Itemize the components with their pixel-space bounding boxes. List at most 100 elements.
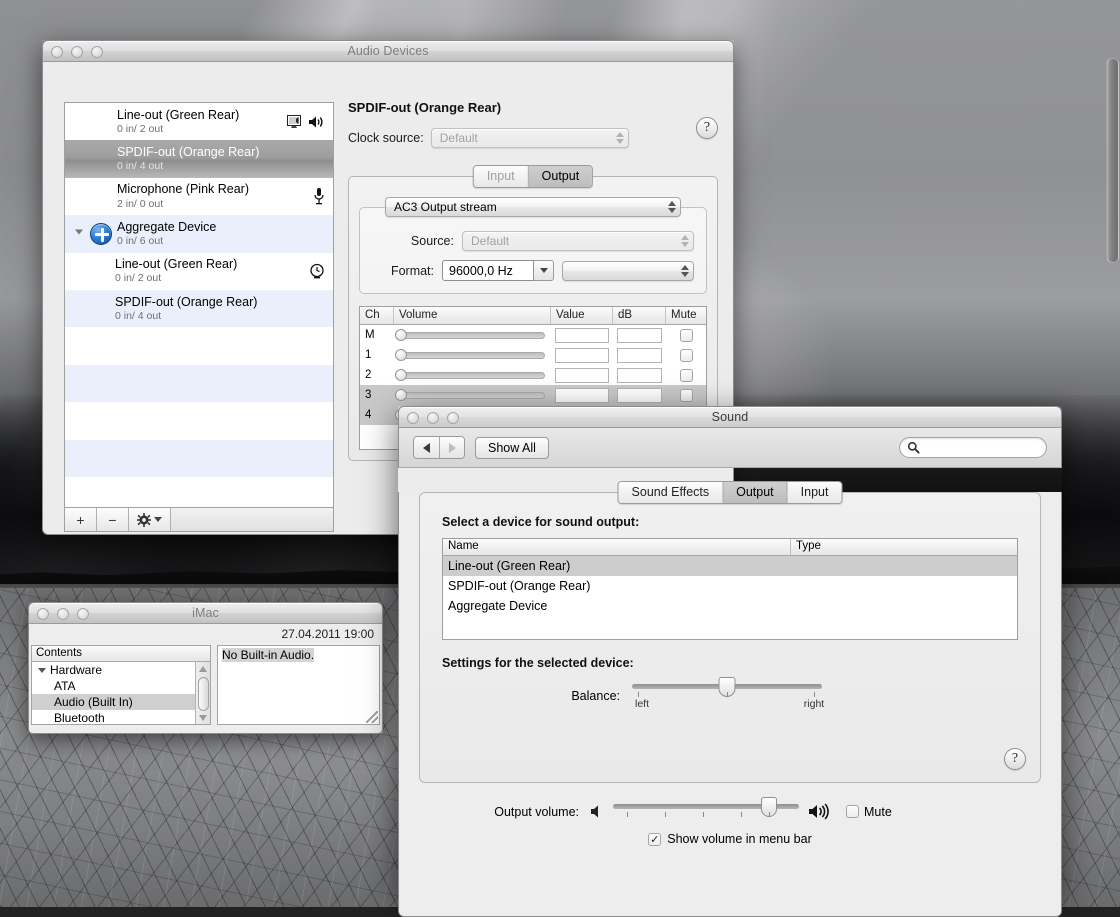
contents-scrollbar-thumb[interactable]: [198, 677, 209, 711]
show-all-button[interactable]: Show All: [475, 436, 549, 459]
table-row-selected[interactable]: Line-out (Green Rear): [443, 556, 1017, 576]
action-gear-button[interactable]: [129, 508, 171, 531]
imac-titlebar[interactable]: iMac: [28, 602, 383, 624]
device-list-item[interactable]: Line-out (Green Rear) 0 in/ 2 out: [65, 103, 333, 140]
tree-item-ata[interactable]: ATA: [32, 678, 210, 694]
resize-grip-icon[interactable]: [366, 711, 378, 723]
stream-select[interactable]: AC3 Output stream: [385, 197, 681, 217]
mute-control[interactable]: Mute: [846, 805, 892, 819]
arrow-right-icon: [448, 442, 456, 453]
remove-device-button[interactable]: −: [97, 508, 129, 531]
contents-tree[interactable]: Contents Hardware ATA Audio (Built In) B…: [31, 645, 211, 725]
device-list-item-aggregate[interactable]: Aggregate Device 0 in/ 6 out: [65, 215, 333, 253]
back-button[interactable]: [414, 437, 439, 458]
mute-checkbox[interactable]: [679, 348, 693, 362]
device-io: 2 in/ 0 out: [117, 197, 164, 210]
value-field[interactable]: [555, 347, 609, 363]
device-io: 0 in/ 4 out: [117, 160, 164, 173]
format-rate-input[interactable]: 96000,0 Hz: [442, 260, 534, 281]
output-panel: Select a device for sound output: Name T…: [419, 492, 1041, 783]
mute-checkbox[interactable]: [679, 388, 693, 402]
search-input[interactable]: [899, 437, 1047, 458]
help-button[interactable]: ?: [1004, 748, 1026, 770]
db-field[interactable]: [617, 367, 662, 383]
device-list-empty-row: [65, 364, 333, 403]
db-field[interactable]: [617, 387, 662, 403]
clock-source-select[interactable]: Default: [430, 128, 629, 148]
device-list-item-child[interactable]: SPDIF-out (Orange Rear) 0 in/ 4 out: [65, 289, 333, 328]
speaker-icon: [309, 116, 323, 128]
device-list-region: Line-out (Green Rear) 0 in/ 2 out SPDIF-…: [64, 102, 334, 538]
tab-input[interactable]: Input: [787, 482, 842, 503]
tab-sound-effects[interactable]: Sound Effects: [618, 482, 724, 503]
desktop-scrollbar-thumb[interactable]: [1106, 58, 1119, 263]
device-icons: [309, 263, 325, 279]
nav-button-group: [413, 436, 465, 459]
tab-output[interactable]: Output: [723, 482, 788, 503]
table-row[interactable]: 1: [360, 345, 706, 365]
scroll-down-arrow-icon[interactable]: [196, 711, 210, 724]
format-rate-dropdown-icon[interactable]: [534, 260, 554, 281]
disclosure-triangle-icon[interactable]: [75, 229, 83, 238]
show-volume-menubar-control[interactable]: ✓ Show volume in menu bar: [399, 832, 1061, 846]
show-volume-checkbox[interactable]: ✓: [648, 832, 662, 846]
detail-pane: No Built-in Audio.: [217, 645, 380, 725]
source-select[interactable]: Default: [462, 231, 694, 251]
table-row[interactable]: SPDIF-out (Orange Rear): [443, 576, 1017, 596]
device-list-item-child[interactable]: Line-out (Green Rear) 0 in/ 2 out: [65, 253, 333, 290]
scroll-up-arrow-icon[interactable]: [196, 662, 210, 675]
sound-window-title: Sound: [711, 410, 749, 424]
format-secondary-select[interactable]: [562, 260, 694, 281]
value-field[interactable]: [555, 367, 609, 383]
speaker-low-icon: [591, 805, 598, 818]
clock-source-label: Clock source:: [348, 131, 424, 145]
contents-scrollbar[interactable]: [195, 662, 210, 724]
tree-item-audio-built-in[interactable]: Audio (Built In): [32, 694, 210, 710]
output-device-table[interactable]: Name Type Line-out (Green Rear) SPDIF-ou…: [442, 538, 1018, 640]
source-row: Source: Default: [372, 231, 694, 251]
volume-slider[interactable]: [394, 389, 551, 401]
tree-item-hardware[interactable]: Hardware: [32, 662, 210, 678]
contents-header: Contents: [32, 646, 210, 662]
mute-checkbox[interactable]: [679, 328, 693, 342]
column-header-db: dB: [613, 307, 666, 324]
sound-titlebar[interactable]: Sound: [398, 406, 1062, 428]
device-list-item-selected[interactable]: SPDIF-out (Orange Rear) 0 in/ 4 out: [65, 140, 333, 178]
device-list-empty-row: [65, 477, 333, 507]
mute-checkbox[interactable]: [679, 368, 693, 382]
output-volume-slider[interactable]: [613, 796, 799, 820]
device-list[interactable]: Line-out (Green Rear) 0 in/ 2 out SPDIF-…: [64, 102, 334, 508]
tab-input[interactable]: Input: [473, 166, 529, 187]
search-icon: [907, 441, 920, 454]
audio-devices-titlebar[interactable]: Audio Devices: [42, 40, 734, 62]
tree-item-bluetooth[interactable]: Bluetooth: [32, 710, 210, 726]
db-field[interactable]: [617, 327, 662, 343]
db-field[interactable]: [617, 347, 662, 363]
table-row[interactable]: Aggregate Device: [443, 596, 1017, 616]
output-volume-row: Output volume: Mute: [399, 796, 1061, 820]
add-device-button[interactable]: +: [65, 508, 97, 531]
mute-checkbox[interactable]: [846, 805, 859, 818]
table-row-selected[interactable]: 3: [360, 385, 706, 405]
tab-output[interactable]: Output: [528, 166, 593, 187]
disclosure-triangle-icon[interactable]: [38, 667, 46, 673]
help-button[interactable]: ?: [696, 117, 718, 139]
column-header-name: Name: [443, 539, 791, 555]
volume-slider[interactable]: [394, 349, 551, 361]
chevron-down-icon: [154, 517, 162, 522]
device-name: SPDIF-out (Orange Rear): [117, 145, 260, 160]
device-list-item[interactable]: Microphone (Pink Rear) 2 in/ 0 out: [65, 178, 333, 215]
desktop-scrollbar[interactable]: [1103, 0, 1120, 907]
value-field[interactable]: [555, 387, 609, 403]
table-row[interactable]: M: [360, 325, 706, 345]
imac-timestamp: 27.04.2011 19:00: [281, 627, 374, 641]
balance-slider[interactable]: left right: [632, 677, 824, 710]
column-header-type: Type: [796, 540, 821, 552]
value-field[interactable]: [555, 327, 609, 343]
sound-preferences-window: Sound Show All Sound Effects Output Inpu…: [398, 406, 1062, 917]
volume-slider[interactable]: [394, 329, 551, 341]
table-row[interactable]: 2: [360, 365, 706, 385]
volume-slider[interactable]: [394, 369, 551, 381]
forward-button[interactable]: [439, 437, 464, 458]
source-value: Default: [471, 234, 510, 248]
